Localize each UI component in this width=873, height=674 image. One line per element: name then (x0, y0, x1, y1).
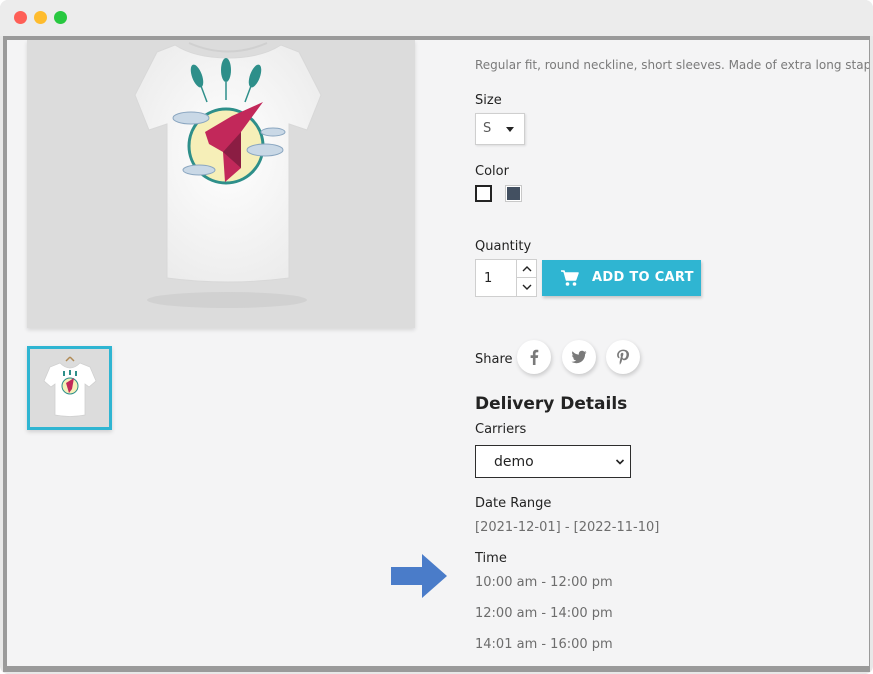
product-description: Regular fit, round neckline, short sleev… (475, 58, 869, 72)
size-select[interactable]: S (475, 113, 525, 145)
cart-icon (561, 270, 579, 286)
color-swatch-dark[interactable] (505, 185, 522, 202)
size-value: S (483, 121, 492, 136)
color-swatch-white[interactable] (475, 185, 492, 202)
add-to-cart-label: ADD TO CART (592, 270, 694, 285)
close-window-button[interactable] (14, 11, 27, 24)
app-window: Regular fit, round neckline, short sleev… (0, 0, 873, 674)
twitter-icon (571, 350, 587, 364)
pinterest-share-button[interactable] (606, 340, 640, 374)
chevron-down-icon (522, 284, 532, 290)
carrier-value: demo (494, 454, 534, 470)
share-label: Share (475, 352, 513, 367)
quantity-increase-button[interactable] (517, 260, 537, 278)
date-range-label: Date Range (475, 496, 552, 511)
arrow-right-icon (391, 554, 447, 598)
time-slot: 12:00 am - 14:00 pm (475, 606, 613, 621)
title-bar (0, 0, 873, 36)
quantity-label: Quantity (475, 239, 532, 254)
time-label: Time (475, 551, 507, 566)
facebook-icon (530, 349, 539, 365)
delivery-details-heading: Delivery Details (475, 394, 628, 414)
time-slot: 14:01 am - 16:00 pm (475, 637, 613, 652)
chevron-up-icon (522, 266, 532, 272)
maximize-window-button[interactable] (54, 11, 67, 24)
time-slot: 10:00 am - 12:00 pm (475, 575, 613, 590)
add-to-cart-button[interactable]: ADD TO CART (542, 260, 701, 296)
chevron-down-icon (506, 127, 514, 132)
tshirt-thumbnail-image (43, 356, 97, 417)
product-page: Regular fit, round neckline, short sleev… (7, 40, 869, 666)
carriers-label: Carriers (475, 422, 527, 437)
product-thumbnail[interactable] (27, 346, 112, 430)
product-main-image[interactable] (27, 40, 415, 328)
color-label: Color (475, 164, 509, 179)
quantity-decrease-button[interactable] (517, 278, 537, 296)
pinterest-icon (617, 349, 629, 365)
minimize-window-button[interactable] (34, 11, 47, 24)
tshirt-image (134, 42, 322, 308)
quantity-buttons (516, 260, 537, 296)
quantity-input[interactable]: 1 (484, 271, 492, 286)
facebook-share-button[interactable] (517, 340, 551, 374)
twitter-share-button[interactable] (562, 340, 596, 374)
size-label: Size (475, 93, 502, 108)
quantity-stepper[interactable]: 1 (475, 259, 537, 297)
date-range-value: [2021-12-01] - [2022-11-10] (475, 520, 660, 535)
chevron-down-icon (615, 459, 625, 465)
carrier-select[interactable]: demo (475, 445, 631, 478)
